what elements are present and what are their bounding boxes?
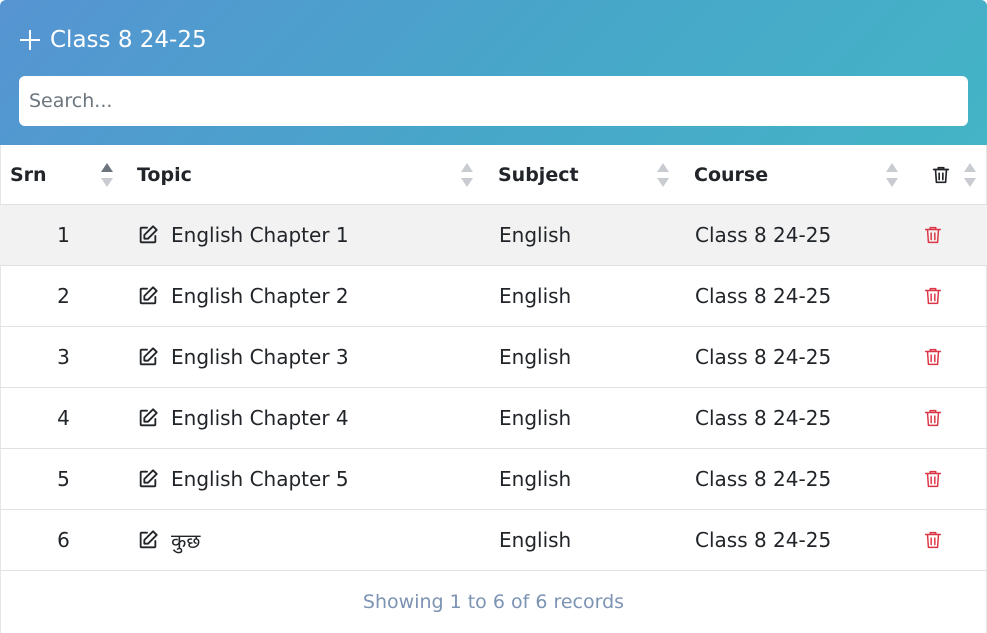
trash-icon[interactable] <box>922 285 944 307</box>
row-topic[interactable]: English Chapter 4 <box>171 406 349 430</box>
column-header-srn[interactable]: Srn <box>0 145 127 205</box>
row-topic-cell: English Chapter 5 <box>127 448 488 510</box>
edit-icon[interactable] <box>137 529 159 551</box>
trash-icon[interactable] <box>922 529 944 551</box>
row-subject: English <box>488 509 684 571</box>
sort-icon[interactable] <box>461 162 473 187</box>
row-course: Class 8 24-25 <box>684 387 916 449</box>
sort-icon[interactable] <box>964 162 976 187</box>
column-header-subject[interactable]: Subject <box>488 145 684 205</box>
sort-up-arrow <box>657 162 669 172</box>
sort-down-arrow <box>886 177 898 187</box>
row-delete-cell <box>916 509 987 571</box>
row-subject: English <box>488 387 684 449</box>
topics-table: Srn Topic Subject Course 1 English Chapt… <box>0 145 987 571</box>
sort-icon[interactable] <box>657 162 669 187</box>
page-header: Class 8 24-25 <box>0 0 987 145</box>
row-course: Class 8 24-25 <box>684 509 916 571</box>
trash-icon[interactable] <box>930 164 952 186</box>
search-input[interactable] <box>19 76 968 126</box>
row-srn: 5 <box>0 448 127 510</box>
sort-up-arrow <box>886 162 898 172</box>
row-course: Class 8 24-25 <box>684 204 916 266</box>
row-delete-cell <box>916 326 987 388</box>
row-subject: English <box>488 204 684 266</box>
table-row: 6 कुछ English Class 8 24-25 <box>0 509 987 571</box>
records-status: Showing 1 to 6 of 6 records <box>362 591 625 613</box>
row-topic[interactable]: English Chapter 2 <box>171 284 349 308</box>
column-header-course[interactable]: Course <box>684 145 916 205</box>
table-row: 3 English Chapter 3 English Class 8 24-2… <box>0 326 987 388</box>
row-delete-cell <box>916 265 987 327</box>
row-topic-cell: English Chapter 1 <box>127 204 488 266</box>
row-subject: English <box>488 326 684 388</box>
edit-icon[interactable] <box>137 224 159 246</box>
sort-down-arrow <box>101 177 113 187</box>
trash-icon[interactable] <box>922 407 944 429</box>
row-delete-cell <box>916 204 987 266</box>
row-topic-cell: English Chapter 2 <box>127 265 488 327</box>
row-subject: English <box>488 448 684 510</box>
table-row: 4 English Chapter 4 English Class 8 24-2… <box>0 387 987 449</box>
column-header-label: Topic <box>137 163 192 186</box>
sort-down-arrow <box>964 177 976 187</box>
column-header-topic[interactable]: Topic <box>127 145 488 205</box>
page-title: Class 8 24-25 <box>20 24 207 56</box>
table-header-row: Srn Topic Subject Course <box>0 145 987 205</box>
edit-icon[interactable] <box>137 468 159 490</box>
edit-icon[interactable] <box>137 285 159 307</box>
row-topic[interactable]: कुछ <box>171 527 200 554</box>
table-row: 5 English Chapter 5 English Class 8 24-2… <box>0 448 987 510</box>
trash-icon[interactable] <box>922 224 944 246</box>
column-header-label: Subject <box>498 163 579 186</box>
sort-ascending-icon[interactable] <box>101 162 113 187</box>
row-delete-cell <box>916 387 987 449</box>
row-topic[interactable]: English Chapter 1 <box>171 223 349 247</box>
row-delete-cell <box>916 448 987 510</box>
row-srn: 3 <box>0 326 127 388</box>
trash-icon[interactable] <box>922 346 944 368</box>
sort-icon[interactable] <box>886 162 898 187</box>
column-header-label: Course <box>694 163 769 186</box>
column-header-label: Srn <box>10 163 47 186</box>
row-srn: 1 <box>0 204 127 266</box>
page-title-text: Class 8 24-25 <box>50 27 207 53</box>
row-topic[interactable]: English Chapter 3 <box>171 345 349 369</box>
row-topic-cell: कुछ <box>127 509 488 571</box>
row-srn: 6 <box>0 509 127 571</box>
row-topic-cell: English Chapter 3 <box>127 326 488 388</box>
edit-icon[interactable] <box>137 407 159 429</box>
row-course: Class 8 24-25 <box>684 448 916 510</box>
table-row: 2 English Chapter 2 English Class 8 24-2… <box>0 265 987 327</box>
row-srn: 4 <box>0 387 127 449</box>
column-header-delete[interactable] <box>916 145 987 205</box>
row-subject: English <box>488 265 684 327</box>
plus-icon[interactable] <box>20 30 40 50</box>
sort-down-arrow <box>657 177 669 187</box>
row-topic[interactable]: English Chapter 5 <box>171 467 349 491</box>
sort-down-arrow <box>461 177 473 187</box>
sort-up-arrow <box>964 162 976 172</box>
row-course: Class 8 24-25 <box>684 265 916 327</box>
row-topic-cell: English Chapter 4 <box>127 387 488 449</box>
sort-up-arrow <box>101 162 113 172</box>
row-course: Class 8 24-25 <box>684 326 916 388</box>
table-row: 1 English Chapter 1 English Class 8 24-2… <box>0 204 987 266</box>
trash-icon[interactable] <box>922 468 944 490</box>
edit-icon[interactable] <box>137 346 159 368</box>
sort-up-arrow <box>461 162 473 172</box>
row-srn: 2 <box>0 265 127 327</box>
